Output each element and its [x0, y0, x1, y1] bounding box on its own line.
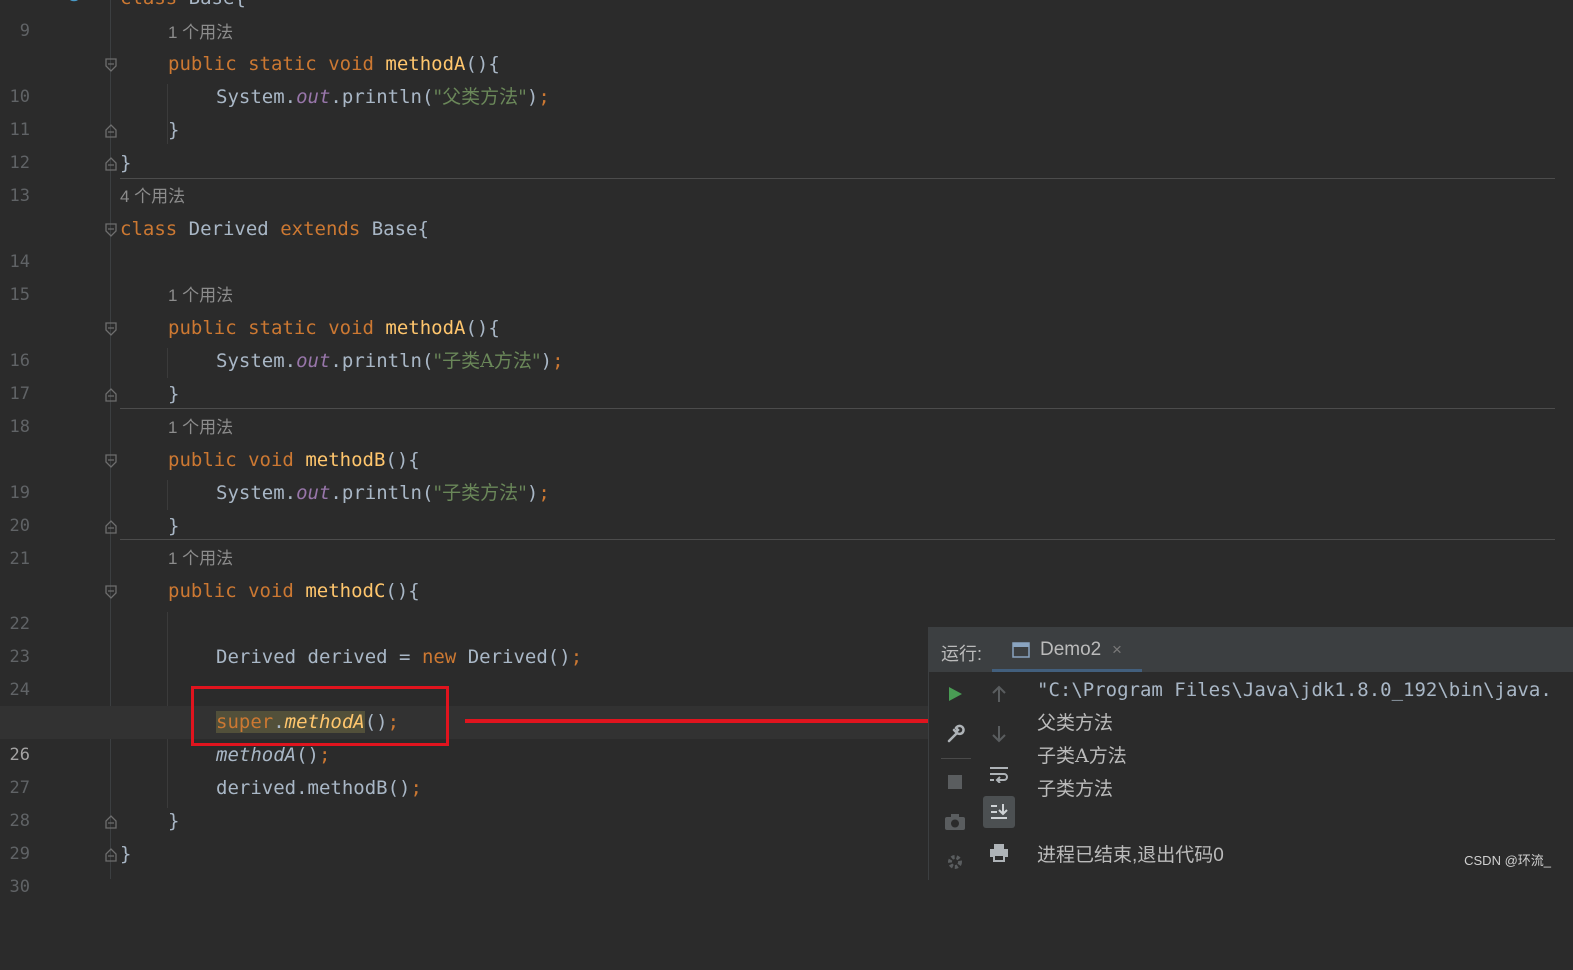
- code-line[interactable]: 12 }: [0, 114, 1573, 173]
- close-tab-icon[interactable]: ×: [1112, 640, 1122, 660]
- code-line[interactable]: 17 System.out.println("子类A方法");: [0, 345, 1573, 404]
- fold-open-icon[interactable]: [104, 454, 118, 468]
- code-text: }: [120, 152, 132, 174]
- usage-hint[interactable]: 1 个用法: [168, 16, 233, 49]
- run-toolbar-left: [933, 672, 977, 880]
- code-text: public static void methodA(){: [168, 317, 500, 339]
- code-text: System.out.println("子类方法");: [216, 482, 550, 504]
- code-text: derived.methodB();: [216, 777, 422, 799]
- code-text: }: [168, 810, 180, 832]
- code-text: public static void methodA(){: [168, 53, 500, 75]
- console-command-line: "C:\Program Files\Java\jdk1.8.0_192\bin\…: [1037, 679, 1552, 701]
- usage-hint[interactable]: 1 个用法: [168, 279, 233, 312]
- code-line[interactable]: 22 public void methodC(){: [0, 575, 1573, 634]
- line-number: 21: [9, 549, 30, 569]
- fold-end-icon[interactable]: [104, 124, 118, 138]
- console-output-line: 子类A方法: [1037, 745, 1127, 767]
- highlight-annotation-box: [191, 686, 449, 746]
- code-text: System.out.println("子类A方法");: [216, 350, 564, 372]
- run-toolbar-right: [977, 672, 1021, 880]
- code-text: Derived derived = new Derived();: [216, 646, 583, 668]
- line-number: 13: [9, 186, 30, 206]
- fold-open-icon[interactable]: [104, 58, 118, 72]
- console-exit-line: 进程已结束,退出代码0: [1037, 845, 1224, 866]
- line-number: 15: [9, 285, 30, 305]
- code-line[interactable]: 18 }: [0, 378, 1573, 437]
- code-text: }: [168, 383, 180, 405]
- code-text: System.out.println("父类方法");: [216, 86, 550, 108]
- code-text: class Base{: [120, 0, 246, 15]
- console-output-line: 父类方法: [1037, 712, 1114, 734]
- code-line[interactable]: 13 }: [0, 147, 1573, 206]
- usage-hint[interactable]: 1 个用法: [168, 542, 233, 575]
- console-window-icon: [1012, 642, 1030, 658]
- scroll-down-arrow-icon[interactable]: [983, 718, 1015, 750]
- fold-end-icon[interactable]: [104, 520, 118, 534]
- scroll-up-arrow-icon[interactable]: [983, 678, 1015, 710]
- fold-open-icon[interactable]: [104, 223, 118, 237]
- console-output-line: 子类方法: [1037, 778, 1114, 800]
- code-text: public void methodB(){: [168, 449, 420, 471]
- code-line[interactable]: 19 public void methodB(){: [0, 444, 1573, 503]
- code-text: }: [168, 515, 180, 537]
- wrench-icon[interactable]: [939, 718, 971, 750]
- print-icon[interactable]: [983, 836, 1015, 868]
- line-number: 9: [19, 21, 30, 41]
- search-usages-icon[interactable]: [66, 0, 88, 8]
- code-line[interactable]: 16 public static void methodA(){: [0, 312, 1573, 371]
- soft-wrap-icon[interactable]: [983, 758, 1015, 790]
- line-number: 30: [9, 877, 30, 897]
- code-line[interactable]: 11 System.out.println("父类方法");: [0, 81, 1573, 140]
- code-line[interactable]: 14 class Derived extends Base{: [0, 213, 1573, 272]
- code-line[interactable]: 20 System.out.println("子类方法");: [0, 477, 1573, 536]
- settings-gear-icon[interactable]: [939, 846, 971, 878]
- run-tab-demo2[interactable]: Demo2 ×: [992, 628, 1142, 672]
- run-label: 运行:: [941, 644, 983, 664]
- code-line[interactable]: 10 public static void methodA(){: [0, 48, 1573, 107]
- code-text: }: [120, 843, 132, 865]
- usage-hint[interactable]: 4 个用法: [120, 180, 185, 213]
- fold-end-icon[interactable]: [104, 157, 118, 171]
- code-text: }: [168, 119, 180, 141]
- code-line[interactable]: 15: [0, 246, 1573, 305]
- toolbar-separator: [941, 758, 971, 759]
- fold-end-icon[interactable]: [104, 388, 118, 402]
- scroll-to-end-icon[interactable]: [983, 796, 1015, 828]
- fold-open-icon[interactable]: [104, 322, 118, 336]
- code-text: class Derived extends Base{: [120, 218, 429, 240]
- code-text: public void methodC(){: [168, 580, 420, 602]
- code-line[interactable]: 9 class Base{: [0, 0, 1573, 41]
- fold-end-icon[interactable]: [104, 848, 118, 862]
- run-header: 运行: Demo2 ×: [929, 628, 1573, 672]
- run-tab-title: Demo2: [1040, 639, 1102, 660]
- code-line[interactable]: 21 }: [0, 510, 1573, 569]
- line-number: 18: [9, 417, 30, 437]
- usage-hint[interactable]: 1 个用法: [168, 411, 233, 444]
- camera-icon[interactable]: [939, 806, 971, 838]
- console-output[interactable]: "C:\Program Files\Java\jdk1.8.0_192\bin\…: [1037, 672, 1573, 880]
- watermark: CSDN @环流_: [1464, 853, 1551, 868]
- stop-button[interactable]: [939, 766, 971, 798]
- fold-end-icon[interactable]: [104, 815, 118, 829]
- rerun-button[interactable]: [939, 678, 971, 710]
- run-tool-window[interactable]: 运行: Demo2 × "C:\Program Files\Java\jdk1.…: [928, 627, 1573, 880]
- fold-open-icon[interactable]: [104, 585, 118, 599]
